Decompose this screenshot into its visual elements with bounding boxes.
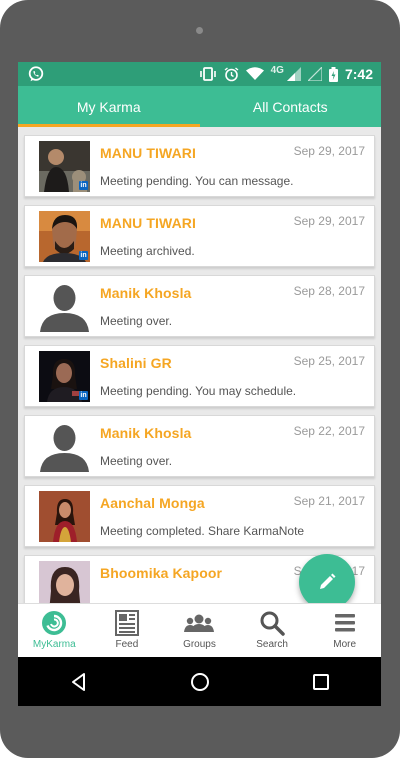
phone-frame: 4G 7:42 My Karma All Contacts in MANU TI… xyxy=(0,0,400,758)
meeting-status: Meeting archived. xyxy=(100,244,195,258)
nav-label: Feed xyxy=(115,639,139,650)
clock-time: 7:42 xyxy=(344,66,373,82)
meeting-date: Sep 22, 2017 xyxy=(293,424,365,438)
meeting-date: Sep 21, 2017 xyxy=(293,494,365,508)
contact-name: Aanchal Monga xyxy=(100,495,205,511)
newspaper-icon xyxy=(114,610,139,636)
linkedin-icon: in xyxy=(79,391,88,400)
list-item[interactable]: in MANU TIWARI Sep 29, 2017 Meeting arch… xyxy=(24,205,375,267)
tab-all-contacts[interactable]: All Contacts xyxy=(200,86,382,127)
recent-apps-icon[interactable] xyxy=(312,673,330,691)
status-bar: 4G 7:42 xyxy=(18,62,381,86)
people-icon xyxy=(184,614,215,632)
back-icon[interactable] xyxy=(69,672,89,692)
meeting-date: Sep 29, 2017 xyxy=(293,144,365,158)
meeting-date: Sep 25, 2017 xyxy=(293,354,365,368)
list-item[interactable]: in MANU TIWARI Sep 29, 2017 Meeting pend… xyxy=(24,135,375,197)
contact-name: Bhoomika Kapoor xyxy=(100,565,223,581)
avatar-placeholder-icon xyxy=(39,281,90,332)
nav-more[interactable]: More xyxy=(308,604,381,658)
contact-name: MANU TIWARI xyxy=(100,215,196,231)
nav-mykarma[interactable]: MyKarma xyxy=(18,604,91,658)
karma-swirl-icon xyxy=(42,611,67,635)
list-item[interactable]: in Shalini GR Sep 25, 2017 Meeting pendi… xyxy=(24,345,375,407)
contact-name: Manik Khosla xyxy=(100,285,192,301)
avatar: in xyxy=(39,141,90,192)
contact-name: Shalini GR xyxy=(100,355,172,371)
meeting-status: Meeting pending. You may schedule. xyxy=(100,384,297,398)
contact-name: MANU TIWARI xyxy=(100,145,196,161)
avatar: in xyxy=(39,351,90,402)
nav-groups[interactable]: Groups xyxy=(163,604,236,658)
menu-icon xyxy=(334,614,355,632)
meeting-status: Meeting completed. Share KarmaNote xyxy=(100,524,305,538)
meeting-date: Sep 28, 2017 xyxy=(293,284,365,298)
avatar-placeholder-icon xyxy=(39,421,90,472)
nav-label: Search xyxy=(256,639,288,650)
nav-search[interactable]: Search xyxy=(236,604,309,658)
bottom-navigation: MyKarma Feed Groups Search More xyxy=(18,603,381,658)
list-item[interactable]: Manik Khosla Sep 22, 2017 Meeting over. xyxy=(24,415,375,477)
meeting-status: Meeting over. xyxy=(100,454,173,468)
contact-name: Manik Khosla xyxy=(100,425,192,441)
avatar xyxy=(39,561,90,603)
nav-label: Groups xyxy=(183,639,216,650)
list-item[interactable]: Manik Khosla Sep 28, 2017 Meeting over. xyxy=(24,275,375,337)
avatar: in xyxy=(39,211,90,262)
search-icon xyxy=(260,611,285,636)
linkedin-icon: in xyxy=(79,181,88,190)
app-screen: 4G 7:42 My Karma All Contacts in MANU TI… xyxy=(18,62,381,706)
home-icon[interactable] xyxy=(190,672,210,692)
list-item[interactable]: Aanchal Monga Sep 21, 2017 Meeting compl… xyxy=(24,485,375,547)
avatar xyxy=(39,491,90,542)
compose-button[interactable] xyxy=(299,554,355,603)
nav-label: MyKarma xyxy=(32,639,76,650)
meetings-list[interactable]: in MANU TIWARI Sep 29, 2017 Meeting pend… xyxy=(18,127,381,603)
network-type-label: 4G xyxy=(270,64,284,76)
wifi-icon xyxy=(245,67,264,80)
phone-speaker xyxy=(196,27,203,34)
nav-label: More xyxy=(333,639,357,650)
battery-charging-icon xyxy=(328,66,338,82)
linkedin-icon: in xyxy=(79,251,88,260)
meeting-date: Sep 29, 2017 xyxy=(293,214,365,228)
meeting-status: Meeting pending. You can message. xyxy=(100,174,294,188)
meeting-status: Meeting over. xyxy=(100,314,173,328)
pencil-icon xyxy=(320,573,336,589)
tab-bar: My Karma All Contacts xyxy=(18,86,381,127)
signal-empty-icon xyxy=(307,67,322,81)
tab-my-karma[interactable]: My Karma xyxy=(18,86,200,127)
alarm-icon xyxy=(224,66,239,81)
nav-feed[interactable]: Feed xyxy=(91,604,164,658)
signal-icon xyxy=(286,67,301,81)
whatsapp-notification-icon xyxy=(28,66,44,82)
vibrate-icon xyxy=(199,67,216,81)
system-navigation-bar xyxy=(18,657,381,706)
